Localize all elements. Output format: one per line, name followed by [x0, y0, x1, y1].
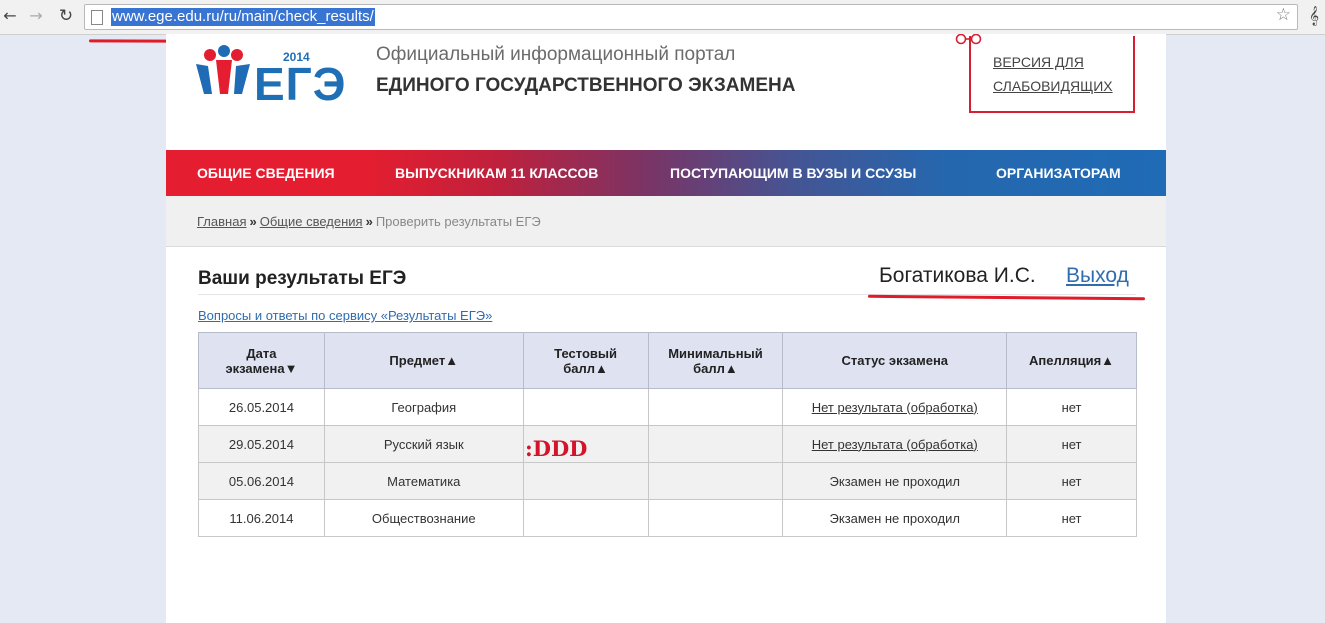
table-header-row: Дата экзамена▼ Предмет▲ Тестовый балл▲ Мин… [198, 332, 1137, 389]
nav-item-applicants[interactable]: ПОСТУПАЮЩИМ В ВУЗЫ И ССУЗЫ [670, 150, 916, 196]
cell-date: 26.05.2014 [198, 388, 325, 426]
page-icon [91, 10, 103, 25]
portal-subtitle: Официальный информационный портал [376, 44, 736, 65]
col-appeal-header[interactable]: Апелляция▲ [1006, 332, 1137, 389]
breadcrumb: Главная» Общие сведения» Проверить результ… [197, 214, 541, 229]
nav-item-organizers[interactable]: ОРГАНИЗАТОРАМ [996, 150, 1121, 196]
forward-arrow-icon[interactable]: → [26, 6, 46, 26]
header-text[interactable]: экзамена▼ [225, 361, 297, 376]
col-date-header[interactable]: Дата экзамена▼ [198, 332, 325, 389]
cell-status: Экзамен не проходил [782, 499, 1008, 537]
page-title: Ваши результаты ЕГЭ [198, 268, 407, 289]
handwritten-annotation: :DDD [525, 436, 588, 461]
cell-min-score [647, 425, 784, 463]
back-arrow-icon[interactable]: ← [0, 6, 20, 26]
url-text[interactable]: www.ege.edu.ru/ru/main/check_results/ [111, 8, 375, 26]
table-row: 05.06.2014 Математика Экзамен не проходи… [198, 462, 1137, 500]
col-status-header: Статус экзамена [782, 332, 1008, 389]
portal-title: ЕДИНОГО ГОСУДАРСТВЕННОГО ЭКЗАМЕНА [376, 75, 796, 96]
col-score-header[interactable]: Тестовый балл▲ [522, 332, 649, 389]
cell-date: 11.06.2014 [198, 499, 325, 537]
logo-figures-icon [196, 45, 250, 94]
cell-score [522, 388, 649, 426]
cell-subject: Математика [323, 462, 524, 500]
cell-appeal: нет [1006, 499, 1137, 537]
status-link[interactable]: Нет результата (обработка) [812, 400, 978, 415]
breadcrumb-bar: Главная» Общие сведения» Проверить результ… [166, 196, 1166, 247]
breadcrumb-current: Проверить результаты ЕГЭ [375, 214, 541, 229]
cell-score [522, 462, 649, 500]
low-vision-version-link[interactable]: ВЕРСИЯ ДЛЯ СЛАБОВИДЯЩИХ [993, 50, 1133, 98]
cell-appeal: нет [1006, 388, 1137, 426]
table-row: 26.05.2014 География Нет результата (обр… [198, 388, 1137, 426]
cell-appeal: нет [1006, 425, 1137, 463]
cell-date: 29.05.2014 [198, 425, 325, 463]
header-text[interactable]: Минимальный [668, 346, 763, 361]
nav-item-general[interactable]: ОБЩИЕ СВЕДЕНИЯ [197, 150, 335, 196]
breadcrumb-home-link[interactable]: Главная [197, 214, 246, 229]
cell-min-score [647, 388, 784, 426]
logout-link[interactable]: Выход [1066, 264, 1129, 288]
table-row: 11.06.2014 Обществознание Экзамен не про… [198, 499, 1137, 537]
cell-subject: Русский язык [323, 425, 524, 463]
header-text[interactable]: Предмет▲ [389, 353, 458, 368]
cell-date: 05.06.2014 [198, 462, 325, 500]
header-text[interactable]: Дата [246, 346, 276, 361]
breadcrumb-separator: » [365, 214, 373, 229]
accessibility-line1[interactable]: ВЕРСИЯ ДЛЯ [993, 54, 1084, 70]
accessibility-box: ВЕРСИЯ ДЛЯ СЛАБОВИДЯЩИХ [969, 36, 1135, 113]
ege-logo: 2014 ЕГЭ [194, 44, 345, 110]
cell-subject: Обществознание [323, 499, 524, 537]
menu-icon[interactable]: 𝄞 [1309, 6, 1319, 26]
breadcrumb-section-link[interactable]: Общие сведения [260, 214, 363, 229]
table-row: 29.05.2014 Русский язык Нет результата (… [198, 425, 1137, 463]
cell-subject: География [323, 388, 524, 426]
main-nav: ОБЩИЕ СВЕДЕНИЯ ВЫПУСКНИКАМ 11 КЛАССОВ ПО… [166, 150, 1166, 204]
cell-score [522, 499, 649, 537]
header-text[interactable]: балл▲ [563, 361, 608, 376]
header-text: Статус экзамена [841, 353, 949, 368]
col-subject-header[interactable]: Предмет▲ [323, 332, 524, 389]
cell-status: Нет результата (обработка) [782, 388, 1008, 426]
reload-icon[interactable]: ↻ [56, 6, 76, 26]
accessibility-line2[interactable]: СЛАБОВИДЯЩИХ [993, 78, 1113, 94]
user-name: Богатикова И.С. [879, 264, 1036, 287]
cell-min-score [647, 499, 784, 537]
cell-status: Экзамен не проходил [782, 462, 1008, 500]
header-text[interactable]: балл▲ [693, 361, 738, 376]
col-min-score-header[interactable]: Минимальный балл▲ [647, 332, 784, 389]
header-text[interactable]: Апелляция▲ [1029, 353, 1114, 368]
page-container: 2014 ЕГЭ Официальный информационный порт… [166, 34, 1166, 623]
browser-toolbar: ← → ↻ www.ege.edu.ru/ru/main/check_resul… [0, 0, 1325, 35]
cell-status: Нет результата (обработка) [782, 425, 1008, 463]
logo-text: ЕГЭ [254, 58, 347, 110]
cell-min-score [647, 462, 784, 500]
bookmark-star-icon[interactable]: ☆ [1276, 5, 1291, 25]
header-text[interactable]: Тестовый [554, 346, 617, 361]
title-divider [198, 294, 1136, 295]
faq-link[interactable]: Вопросы и ответы по сервису «Результаты … [198, 308, 492, 323]
breadcrumb-separator: » [249, 214, 257, 229]
cell-appeal: нет [1006, 462, 1137, 500]
results-table: Дата экзамена▼ Предмет▲ Тестовый балл▲ Мин… [198, 332, 1137, 537]
address-bar[interactable]: www.ege.edu.ru/ru/main/check_results/ ☆ [84, 4, 1298, 30]
status-link[interactable]: Нет результата (обработка) [812, 437, 978, 452]
nav-item-graduates[interactable]: ВЫПУСКНИКАМ 11 КЛАССОВ [395, 150, 598, 196]
